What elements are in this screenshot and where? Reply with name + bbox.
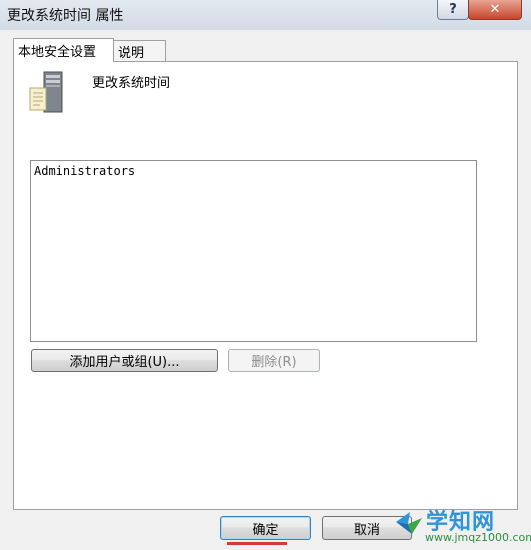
watermark: 学知网 www.jmqz1000.com bbox=[392, 500, 531, 550]
help-button[interactable]: ? bbox=[437, 0, 469, 20]
list-item[interactable]: Administrators bbox=[34, 164, 135, 178]
tab-label: 本地安全设置 bbox=[18, 45, 97, 60]
server-icon bbox=[29, 71, 63, 113]
window-title: 更改系统时间 属性 bbox=[7, 8, 124, 24]
ok-button[interactable]: 确定 bbox=[220, 516, 311, 540]
members-listbox[interactable]: Administrators bbox=[30, 160, 477, 342]
close-button[interactable]: ✕ bbox=[468, 0, 522, 20]
ok-underline-mark bbox=[227, 542, 287, 545]
tab-label: 说明 bbox=[118, 45, 145, 61]
watermark-url: www.jmqz1000.com bbox=[425, 531, 531, 544]
title-bar: 更改系统时间 属性 ? ✕ bbox=[0, 0, 531, 30]
add-user-or-group-button[interactable]: 添加用户或组(U)... bbox=[31, 349, 218, 372]
remove-button[interactable]: 删除(R) bbox=[228, 349, 320, 372]
close-icon: ✕ bbox=[489, 2, 501, 17]
policy-name: 更改系统时间 bbox=[92, 76, 171, 91]
tab-explain[interactable]: 说明 bbox=[113, 40, 166, 61]
tab-local-security-setting[interactable]: 本地安全设置 bbox=[13, 38, 114, 62]
help-icon: ? bbox=[449, 2, 457, 17]
watermark-logo-icon bbox=[396, 512, 422, 534]
